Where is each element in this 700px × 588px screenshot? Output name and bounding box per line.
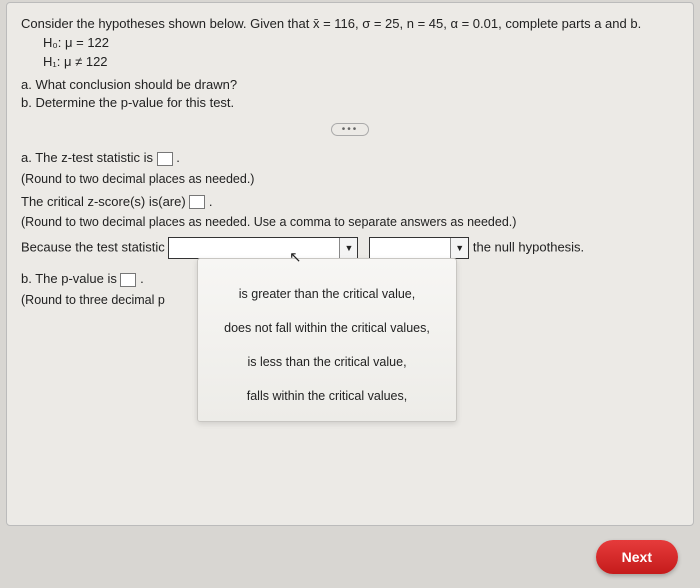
crit-pre: The critical z-score(s) is(are)	[21, 194, 189, 209]
chevron-down-icon: ▼	[339, 238, 357, 258]
dropdown-option[interactable]: falls within the critical values,	[206, 379, 448, 413]
z-stat-input[interactable]	[157, 152, 173, 166]
divider-dots[interactable]: •••	[331, 123, 370, 136]
dropdown-option[interactable]: does not fall within the critical values…	[206, 311, 448, 345]
pvalue-input[interactable]	[120, 273, 136, 287]
hypothesis-alt: H₁: μ ≠ 122	[43, 54, 679, 69]
because-line: Because the test statistic ▼ ▼ the null …	[21, 237, 679, 259]
prompt-text: Consider the hypotheses shown below. Giv…	[21, 16, 679, 31]
because-pre: Because the test statistic	[21, 240, 168, 255]
decision-dropdown[interactable]: ▼	[369, 237, 469, 259]
chevron-down-icon: ▼	[450, 238, 468, 258]
z-stat-pre: a. The z-test statistic is	[21, 150, 157, 165]
question-panel: Consider the hypotheses shown below. Giv…	[6, 2, 694, 526]
comparison-dropdown[interactable]: ▼	[168, 237, 358, 259]
dropdown-option[interactable]: is greater than the critical value,	[206, 277, 448, 311]
crit-line: The critical z-score(s) is(are) .	[21, 194, 679, 210]
dropdown-option[interactable]: is less than the critical value,	[206, 345, 448, 379]
z-stat-line: a. The z-test statistic is .	[21, 150, 679, 166]
part-b-question: b. Determine the p-value for this test.	[21, 95, 679, 110]
dropdown-options-popup: is greater than the critical value, does…	[197, 258, 457, 422]
z-stat-post: .	[176, 150, 180, 165]
pvalue-pre: b. The p-value is	[21, 271, 120, 286]
round-note-1: (Round to two decimal places as needed.)	[21, 172, 679, 186]
part-a-question: a. What conclusion should be drawn?	[21, 77, 679, 92]
round-note-2: (Round to two decimal places as needed. …	[21, 215, 679, 229]
pvalue-post: .	[140, 271, 144, 286]
crit-input[interactable]	[189, 195, 205, 209]
hypothesis-null: H₀: μ = 122	[43, 35, 679, 50]
crit-post: .	[209, 194, 213, 209]
because-post: the null hypothesis.	[473, 240, 584, 255]
next-button[interactable]: Next	[596, 540, 678, 574]
section-divider: •••	[21, 120, 679, 136]
